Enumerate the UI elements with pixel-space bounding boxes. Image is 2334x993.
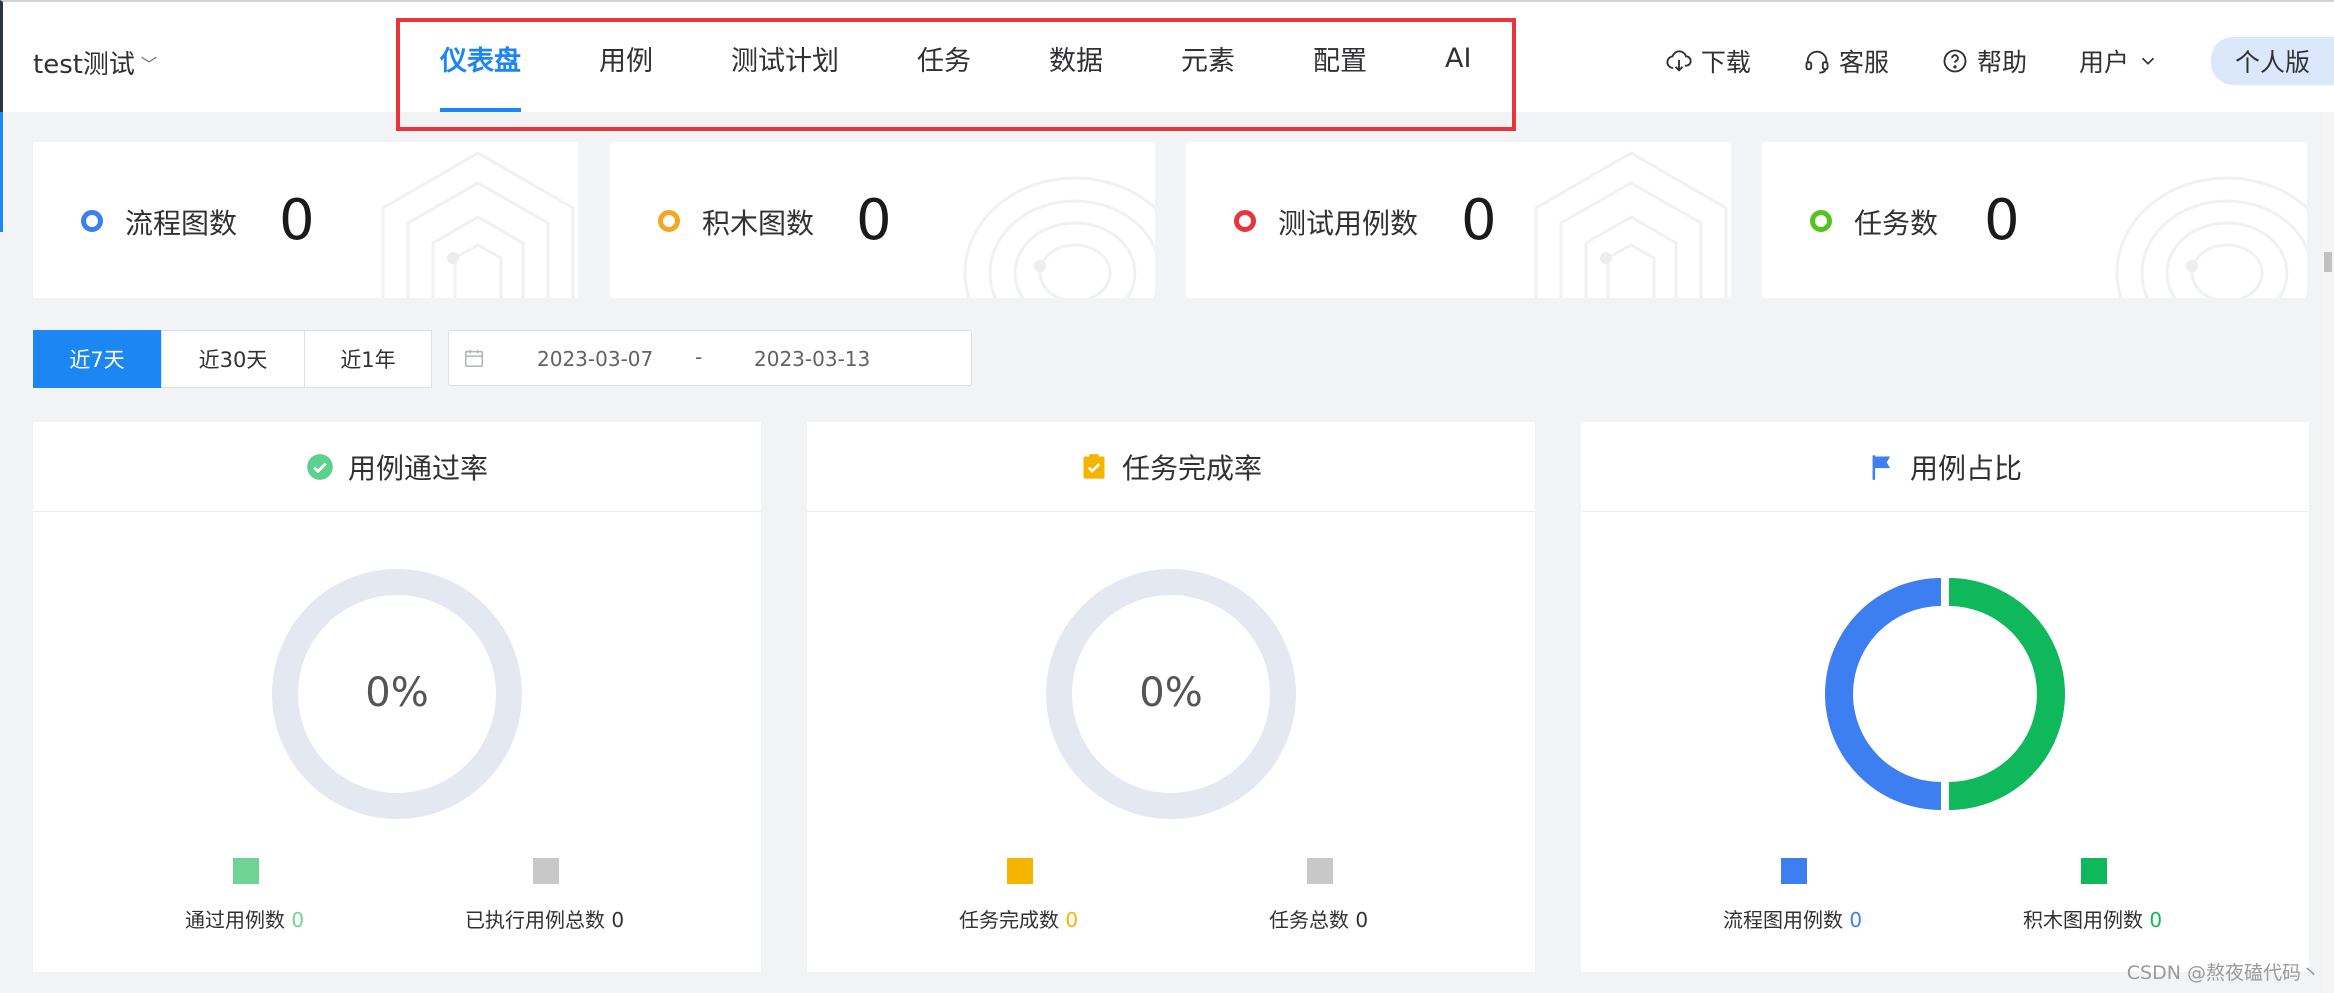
legend-flowchart-cases[interactable]: 流程图用例数 0	[1723, 904, 1862, 933]
legend-total[interactable]: 任务总数 0	[1269, 904, 1368, 933]
user-label: 用户	[2078, 48, 2129, 77]
stat-value: 0	[279, 188, 315, 253]
scrollbar[interactable]	[2322, 112, 2334, 993]
nav-highlight-box	[396, 18, 1516, 131]
help-circle-icon	[1943, 49, 1967, 73]
task-completion-panel: 任务完成率 0% 任务完成数 0 任务总数 0	[807, 422, 1535, 972]
stat-label: 流程图数	[125, 207, 238, 240]
download-label: 下载	[1700, 48, 1751, 77]
legend-label: 积木图用例数	[2023, 908, 2143, 932]
date-separator: -	[695, 345, 703, 369]
legend-completed[interactable]: 任务完成数 0	[959, 904, 1078, 933]
stat-value: 0	[1461, 188, 1497, 253]
range-7-days-button[interactable]: 近7天	[33, 330, 161, 388]
legend-passed[interactable]: 通过用例数 0	[185, 904, 304, 933]
range-30-days-button[interactable]: 近30天	[161, 330, 305, 388]
legend-value: 0	[1355, 908, 1369, 932]
legend-value: 0	[611, 908, 625, 932]
stat-label: 测试用例数	[1278, 207, 1419, 240]
legend-value: 0	[1065, 908, 1079, 932]
panel-title: 任务完成率	[1121, 451, 1262, 485]
ripple-watermark-icon	[2115, 176, 2307, 298]
legend-label: 已执行用例总数	[465, 908, 605, 932]
stat-label: 任务数	[1854, 207, 1939, 240]
csdn-watermark: CSDN @熬夜磕代码丶	[2126, 962, 2320, 984]
help-button[interactable]: 帮助	[1941, 43, 2027, 79]
range-1-year-button[interactable]: 近1年	[304, 330, 432, 388]
user-menu[interactable]: 用户	[2079, 43, 2159, 79]
sidebar-accent	[0, 112, 3, 232]
project-selector[interactable]: test测试 ﹀	[33, 44, 157, 81]
status-dot	[1234, 210, 1256, 232]
header-tools: 下载 客服 帮助 用户 个人版	[1665, 36, 2334, 86]
legend-swatch[interactable]	[533, 858, 559, 884]
calendar-icon	[465, 349, 483, 367]
clipboard-check-icon	[1083, 453, 1105, 479]
legend-swatch[interactable]	[1307, 858, 1333, 884]
status-dot	[81, 210, 103, 232]
legend-executed[interactable]: 已执行用例总数 0	[465, 904, 624, 933]
donut-slice-blocks[interactable]	[1949, 578, 2065, 810]
legend-swatch[interactable]	[1007, 858, 1033, 884]
legend-label: 任务完成数	[959, 908, 1059, 932]
status-dot	[1810, 210, 1832, 232]
legend-swatch[interactable]	[2081, 858, 2107, 884]
chevron-down-icon: ﹀	[140, 54, 157, 74]
end-date[interactable]: 2023-03-13	[754, 347, 870, 371]
chevron-down-icon	[2141, 57, 2155, 65]
house-watermark-icon	[381, 151, 575, 298]
headset-icon	[1805, 50, 1829, 74]
stat-card-flowcharts: 流程图数 0	[33, 142, 578, 298]
stat-value: 0	[1984, 188, 2020, 253]
stat-label: 积木图数	[702, 207, 815, 240]
legend-label: 流程图用例数	[1723, 908, 1843, 932]
check-circle-icon	[307, 453, 333, 480]
legend-block-cases[interactable]: 积木图用例数 0	[2023, 904, 2162, 933]
help-label: 帮助	[1976, 48, 2027, 77]
donut-slice-flowcharts[interactable]	[1825, 578, 1941, 810]
cloud-download-icon	[1666, 50, 1692, 72]
legend-label: 任务总数	[1269, 908, 1349, 932]
task-rate-percent: 0%	[1139, 670, 1203, 716]
ripple-watermark-icon	[963, 176, 1155, 298]
legend-label: 通过用例数	[185, 908, 285, 932]
legend-value: 0	[1849, 908, 1863, 932]
service-button[interactable]: 客服	[1803, 43, 1889, 79]
flag-icon	[1872, 454, 1891, 480]
case-ratio-panel: 用例占比 流程图用例数 0 积木图用例数 0	[1581, 422, 2309, 972]
panel-header: 用例占比	[1581, 422, 2309, 512]
case-pass-rate-panel: 用例通过率 0% 通过用例数 0 已执行用例总数 0	[33, 422, 761, 972]
service-label: 客服	[1838, 48, 1889, 77]
panel-header: 任务完成率	[807, 422, 1535, 512]
legend-value: 0	[291, 908, 305, 932]
stat-card-testcases: 测试用例数 0	[1186, 142, 1731, 298]
panel-title: 用例占比	[1909, 451, 2022, 485]
download-button[interactable]: 下载	[1665, 43, 1751, 79]
date-range-picker[interactable]: 2023-03-07 - 2023-03-13	[448, 330, 972, 386]
legend-value: 0	[2149, 908, 2163, 932]
legend-swatch[interactable]	[1781, 858, 1807, 884]
case-ratio-donut	[1825, 578, 2065, 810]
start-date[interactable]: 2023-03-07	[537, 347, 653, 371]
panel-header: 用例通过率	[33, 422, 761, 512]
stat-card-blocks: 积木图数 0	[610, 142, 1155, 298]
stat-value: 0	[856, 188, 892, 253]
pass-rate-percent: 0%	[365, 670, 429, 716]
project-name: test测试	[33, 50, 135, 80]
scrollbar-thumb[interactable]	[2324, 252, 2332, 272]
status-dot	[658, 210, 680, 232]
panel-title: 用例通过率	[347, 451, 488, 485]
legend-swatch[interactable]	[233, 858, 259, 884]
stat-card-tasks: 任务数 0	[1762, 142, 2307, 298]
personal-edition-badge[interactable]: 个人版	[2210, 37, 2334, 85]
house-watermark-icon	[1534, 151, 1728, 298]
